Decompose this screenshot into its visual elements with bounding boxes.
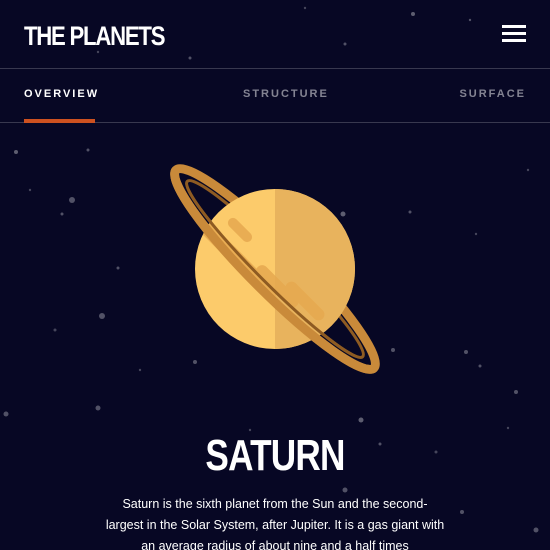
tab-structure[interactable]: STRUCTURE [243, 69, 329, 122]
planet-name: SATURN [205, 431, 345, 480]
site-logo[interactable]: THE PLANETS [24, 19, 165, 53]
page: THE PLANETS OVERVIEW STRUCTURE SURFACE S… [0, 0, 550, 550]
saturn-planet-icon [170, 164, 380, 374]
tab-overview[interactable]: OVERVIEW [24, 69, 99, 122]
hamburger-menu-icon[interactable] [502, 25, 526, 42]
site-header: THE PLANETS [0, 0, 550, 69]
active-tab-indicator [24, 119, 95, 123]
planet-description: Saturn is the sixth planet from the Sun … [105, 497, 445, 550]
tab-surface[interactable]: SURFACE [459, 69, 526, 122]
planet-tabs: OVERVIEW STRUCTURE SURFACE [0, 69, 550, 123]
